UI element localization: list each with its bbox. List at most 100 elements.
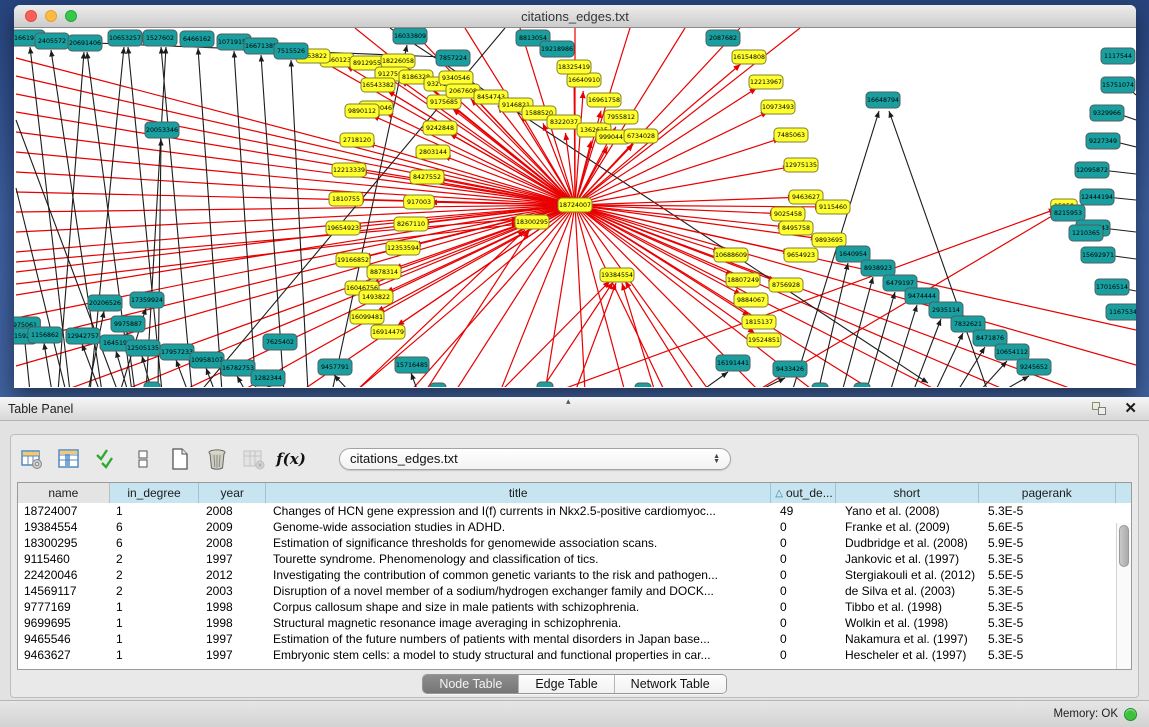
table-cell[interactable]: 9699695	[18, 615, 110, 631]
close-button[interactable]	[25, 10, 37, 22]
table-cell[interactable]: 5.9E-5	[982, 535, 1120, 551]
table-cell[interactable]: 2003	[200, 583, 267, 599]
table-cell[interactable]: Yano et al. (2008)	[839, 503, 982, 519]
table-cell[interactable]: Nakamura et al. (1997)	[839, 631, 982, 647]
table-cell[interactable]: 2012	[200, 567, 267, 583]
table-row[interactable]: 1938455462009Genome-wide association stu…	[18, 519, 1131, 535]
graph-edge[interactable]	[575, 205, 665, 387]
column-header-name[interactable]: name	[18, 483, 110, 503]
table-cell[interactable]: 0	[774, 519, 839, 535]
table-cell[interactable]: 2009	[200, 519, 267, 535]
table-cell[interactable]: 9465546	[18, 631, 110, 647]
column-header-out_de[interactable]: △out_de...	[771, 483, 836, 503]
table-row[interactable]: 969969511998Structural magnetic resonanc…	[18, 615, 1131, 631]
table-cell[interactable]: 2	[110, 567, 200, 583]
graph-edge[interactable]	[625, 281, 695, 387]
tab-network-table[interactable]: Network Table	[615, 675, 726, 693]
table-cell[interactable]: 5.5E-5	[982, 567, 1120, 583]
table-cell[interactable]: 1997	[200, 631, 267, 647]
table-row[interactable]: 1830029562008Estimation of significance …	[18, 535, 1131, 551]
graph-edge[interactable]	[500, 205, 575, 387]
graph-node[interactable]	[537, 382, 553, 387]
table-row[interactable]: 977716911998Corpus callosum shape and si…	[18, 599, 1131, 615]
table-cell[interactable]: Franke et al. (2009)	[839, 519, 982, 535]
table-cell[interactable]: Tourette syndrome. Phenomenology and cla…	[267, 551, 774, 567]
table-cell[interactable]: 5.3E-5	[982, 647, 1120, 663]
table-cell[interactable]: 1998	[200, 599, 267, 615]
table-cell[interactable]: Corpus callosum shape and size in male p…	[267, 599, 774, 615]
table-cell[interactable]: Investigating the contribution of common…	[267, 567, 774, 583]
graph-edge[interactable]	[16, 224, 519, 284]
zoom-button[interactable]	[65, 10, 77, 22]
table-cell[interactable]: 0	[774, 535, 839, 551]
graph-edge[interactable]	[575, 167, 790, 205]
graph-edge[interactable]	[957, 347, 985, 387]
trash-icon[interactable]	[204, 446, 230, 472]
graph-edge[interactable]	[979, 361, 1007, 387]
table-cell[interactable]: 2	[110, 551, 200, 567]
graph-edge[interactable]	[545, 205, 575, 387]
table-cell[interactable]: 0	[774, 615, 839, 631]
table-cell[interactable]: Estimation of significance thresholds fo…	[267, 535, 774, 551]
graph-edge[interactable]	[16, 188, 66, 387]
table-cell[interactable]: 22420046	[18, 567, 110, 583]
column-header-pagerank[interactable]: pagerank	[979, 483, 1117, 503]
graph-edge[interactable]	[575, 205, 585, 387]
graph-edge[interactable]	[866, 292, 895, 387]
table-cell[interactable]: 1	[110, 503, 200, 519]
minimize-button[interactable]	[45, 10, 57, 22]
tab-edge-table[interactable]: Edge Table	[519, 675, 614, 693]
table-cell[interactable]: 0	[774, 583, 839, 599]
table-cell[interactable]: 1	[110, 615, 200, 631]
table-cell[interactable]: Disruption of a novel member of a sodium…	[267, 583, 774, 599]
table-cell[interactable]: Estimation of the future numbers of pati…	[267, 631, 774, 647]
graph-node[interactable]	[635, 383, 651, 387]
table-cell[interactable]: 1	[110, 599, 200, 615]
select-checkmarks-icon[interactable]	[93, 446, 119, 472]
graph-node[interactable]	[144, 382, 160, 387]
graph-node[interactable]	[812, 383, 828, 387]
column-header-short[interactable]: short	[836, 483, 978, 503]
splitter-arrow-icon[interactable]: ▴	[566, 396, 571, 407]
table-cell[interactable]: 1	[110, 631, 200, 647]
column-header-title[interactable]: title	[266, 483, 771, 503]
table-cell[interactable]: 9463627	[18, 647, 110, 663]
table-cell[interactable]: 49	[774, 503, 839, 519]
graph-node[interactable]	[854, 383, 870, 387]
table-cell[interactable]: 5.3E-5	[982, 615, 1120, 631]
table-cell[interactable]: 5.3E-5	[982, 599, 1120, 615]
table-cell[interactable]: 1998	[200, 615, 267, 631]
table-cell[interactable]: Stergiakouli et al. (2012)	[839, 567, 982, 583]
graph-edge[interactable]	[161, 47, 192, 387]
table-cell[interactable]: 0	[774, 647, 839, 663]
table-cell[interactable]: 18724007	[18, 503, 110, 519]
graph-edge[interactable]	[234, 51, 256, 387]
table-cell[interactable]: Embryonic stem cells: a model to study s…	[267, 647, 774, 663]
memory-status-indicator[interactable]	[1124, 708, 1137, 721]
graph-edge[interactable]	[913, 319, 941, 387]
graph-edge[interactable]	[176, 360, 188, 387]
table-cell[interactable]: 1997	[200, 551, 267, 567]
network-canvas[interactable]: 1872400788601238912955182260589127503165…	[14, 28, 1136, 387]
table-cell[interactable]: Tibbo et al. (1998)	[839, 599, 982, 615]
graph-edge[interactable]	[935, 333, 963, 387]
table-cell[interactable]: 6	[110, 519, 200, 535]
table-row[interactable]: 2242004622012Investigating the contribut…	[18, 567, 1131, 583]
table-cell[interactable]: 0	[774, 599, 839, 615]
vertical-scrollbar[interactable]	[1116, 523, 1131, 669]
graph-edge[interactable]	[555, 209, 1056, 387]
table-cell[interactable]: 14569117	[18, 583, 110, 599]
graph-node[interactable]	[430, 383, 446, 387]
graph-edge[interactable]	[622, 283, 655, 387]
table-row[interactable]: 911546021997Tourette syndrome. Phenomeno…	[18, 551, 1131, 567]
table-cell[interactable]: 18300295	[18, 535, 110, 551]
function-builder-icon[interactable]: f(x)	[278, 446, 304, 472]
graph-edge[interactable]	[842, 277, 873, 387]
table-cell[interactable]: Changes of HCN gene expression and I(f) …	[267, 503, 774, 519]
table-cell[interactable]: 19384554	[18, 519, 110, 535]
table-cell[interactable]: 5.3E-5	[982, 583, 1120, 599]
table-selector-dropdown[interactable]: citations_edges.txt ▲▼	[339, 448, 731, 470]
graph-edge[interactable]	[540, 282, 613, 387]
rows-icon[interactable]	[130, 446, 156, 472]
graph-edge[interactable]	[16, 219, 519, 262]
